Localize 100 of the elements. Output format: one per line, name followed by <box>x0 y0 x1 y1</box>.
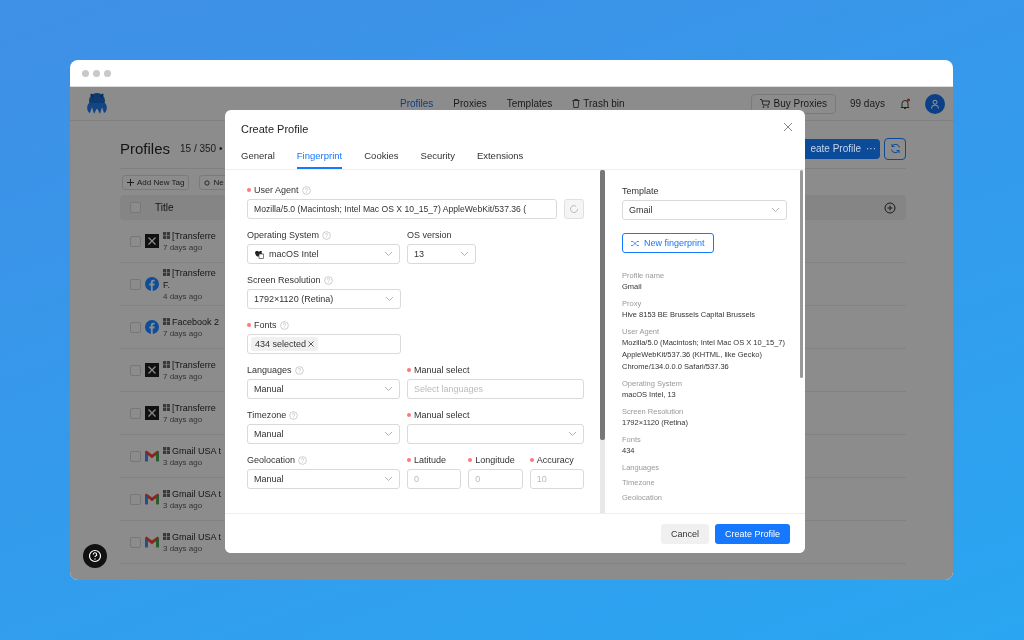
window-dot <box>82 69 89 77</box>
buy-proxies-button[interactable]: Buy Proxies <box>750 93 836 114</box>
windows-icon <box>163 318 170 325</box>
fonts-tag: 434 selected <box>251 337 319 351</box>
remove-icon[interactable] <box>308 341 315 347</box>
chevron-down-icon <box>384 386 393 392</box>
profile-title: [Transferre <box>163 359 216 370</box>
select-field[interactable] <box>407 424 584 444</box>
chevron-down-icon <box>460 251 469 257</box>
windows-icon <box>163 232 170 239</box>
chevron-down-icon <box>384 251 393 257</box>
create-profile-button[interactable]: Create Profile <box>714 523 790 544</box>
os-select[interactable]: macOS Intel <box>247 244 400 264</box>
windows-icon <box>163 404 170 411</box>
profile-time: 7 days ago <box>163 328 204 338</box>
field-label: Geolocation <box>247 455 296 465</box>
x-logo-icon <box>145 234 159 248</box>
help-button[interactable] <box>83 544 107 568</box>
regenerate-button[interactable] <box>564 199 584 219</box>
bell-icon[interactable] <box>899 97 911 110</box>
profile-time: 7 days ago <box>163 414 204 424</box>
profile-title: Gmail USA t <box>163 488 221 499</box>
column-header: Title <box>155 202 174 213</box>
profile-time: 3 days ago <box>163 457 204 467</box>
profile-title: [Transferre <box>163 230 216 241</box>
nav-link[interactable]: Proxies <box>453 98 487 109</box>
windows-icon <box>163 533 170 540</box>
profile-count: 15 / 350 • <box>180 143 223 154</box>
profile-time: 3 days ago <box>163 500 204 510</box>
close-button[interactable] <box>781 120 795 134</box>
field-label: Accuracy <box>536 455 574 465</box>
select-field[interactable]: 1792×1120 (Retina) <box>247 289 401 309</box>
field-label: Latitude <box>414 455 447 465</box>
profile-title: Facebook 2 <box>163 316 220 327</box>
apple-icon <box>254 249 264 259</box>
nav-link[interactable]: Templates <box>506 98 553 109</box>
refresh-button[interactable] <box>884 137 906 160</box>
tab[interactable]: General <box>241 145 275 169</box>
gmail-logo-icon <box>145 493 159 505</box>
profile-time: 3 days ago <box>163 543 204 553</box>
window-dot <box>104 69 111 77</box>
windows-icon <box>163 361 170 368</box>
window-dot <box>93 69 100 77</box>
page-title: Profiles <box>120 140 171 157</box>
plus-icon <box>127 179 134 186</box>
gmail-logo-icon <box>145 450 159 462</box>
field-label: Manual select <box>414 365 470 375</box>
chevron-down-icon <box>384 431 393 437</box>
chevron-down-icon <box>385 296 394 302</box>
facebook-logo-icon <box>145 320 159 334</box>
select-field[interactable]: 13 <box>407 244 476 264</box>
tab[interactable]: Cookies <box>364 145 399 169</box>
select-field[interactable]: Manual <box>247 424 400 444</box>
profile-title: F. <box>163 279 171 290</box>
tab[interactable]: Security <box>420 145 455 169</box>
fonts-field[interactable]: 434 selected <box>247 334 401 354</box>
user-agent-field[interactable]: Mozilla/5.0 (Macintosh; Intel Mac OS X 10_15_7) AppleWebKit/537.36 ( <box>247 199 557 219</box>
profile-title: [Transferre <box>163 402 216 413</box>
field-label: Fonts <box>254 320 277 330</box>
days-left: 99 days <box>849 98 885 109</box>
select-field[interactable]: Manual <box>247 469 400 489</box>
tab[interactable]: Fingerprint <box>296 145 343 169</box>
field-label: User Agent <box>254 185 299 195</box>
question-icon <box>88 549 102 563</box>
field-label: Longitude <box>475 455 515 465</box>
windows-icon <box>163 447 170 454</box>
profile-time: 4 days ago <box>163 291 204 301</box>
add-tag-button[interactable]: Add New Tag <box>122 175 190 190</box>
template-select[interactable]: Gmail <box>622 200 787 220</box>
chevron-down-icon <box>384 476 393 482</box>
nav-link[interactable]: Profiles <box>400 98 434 109</box>
field-label: OS version <box>407 230 452 240</box>
x-logo-icon <box>145 363 159 377</box>
cancel-button[interactable]: Cancel <box>660 523 709 544</box>
tab[interactable]: Extensions <box>476 145 524 169</box>
trash-link[interactable]: Trash bin <box>572 98 625 109</box>
refresh-icon <box>889 143 901 154</box>
windows-icon <box>163 490 170 497</box>
select-field[interactable]: Manual <box>247 379 400 399</box>
new-fingerprint-button[interactable]: New fingerprint <box>622 233 714 253</box>
field-label: Operating System <box>247 230 320 240</box>
add-column-icon[interactable] <box>884 201 896 214</box>
gmail-logo-icon <box>145 536 159 548</box>
circle-icon <box>204 179 211 186</box>
user-avatar[interactable] <box>925 93 945 114</box>
field-label: Screen Resolution <box>247 275 321 285</box>
scrollbar[interactable] <box>600 170 605 440</box>
shuffle-icon <box>631 239 639 247</box>
profile-title: Gmail USA t <box>163 531 221 542</box>
profile-time: 7 days ago <box>163 242 204 252</box>
profile-time: 7 days ago <box>163 371 204 381</box>
profile-title: Gmail USA t <box>163 445 221 456</box>
refresh-icon <box>569 204 579 214</box>
field-label: Template <box>622 186 660 196</box>
scrollbar[interactable] <box>800 170 803 378</box>
trash-icon <box>572 99 581 108</box>
chevron-down-icon <box>568 431 577 437</box>
chevron-down-icon <box>771 207 780 213</box>
facebook-logo-icon <box>145 277 159 291</box>
close-icon <box>783 122 793 132</box>
